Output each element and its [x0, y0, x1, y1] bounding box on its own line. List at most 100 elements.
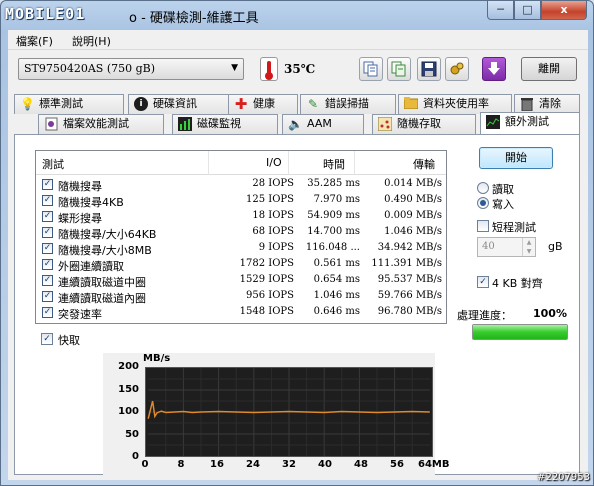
info-icon: i [134, 97, 148, 111]
read-radio[interactable] [477, 182, 489, 194]
chart-ylabel: MB/s [143, 353, 171, 364]
row-checkbox[interactable]: ✓ [42, 275, 53, 286]
table-row[interactable]: ✓ 連續讀取磁道中圈 1529 IOPS 0.654 ms 95.537 MB/s [36, 273, 446, 289]
header-divider [208, 151, 209, 175]
row-transfer: 59.766 MB/s [377, 290, 442, 301]
bar-chart-icon [178, 117, 192, 131]
cache-label: 快取 [58, 334, 80, 347]
row-io: 9 IOPS [258, 242, 294, 253]
tab-error-scan[interactable]: ✎ 錯誤掃描 [300, 94, 396, 114]
short-test-checkbox[interactable] [477, 220, 489, 232]
row-test-name: 蝶形搜尋 [58, 212, 102, 225]
table-row[interactable]: ✓ 蝶形搜尋 18 IOPS 54.909 ms 0.009 MB/s [36, 209, 446, 225]
header-transfer[interactable]: 傳輸 [413, 156, 435, 172]
drive-select[interactable]: ST9750420AS (750 gB) ▼ [18, 58, 244, 80]
copy-button[interactable] [359, 57, 383, 81]
row-checkbox[interactable]: ✓ [42, 227, 53, 238]
row-checkbox[interactable]: ✓ [42, 243, 53, 254]
exit-button[interactable]: 離開 [521, 57, 577, 81]
row-test-name: 隨機搜尋/大小64KB [58, 228, 157, 241]
align-checkbox[interactable]: ✓ [477, 276, 489, 288]
size-unit: gB [548, 240, 563, 253]
results-table[interactable]: 測試 I/O 時間 傳輸 ✓ 隨機搜尋 28 IOPS 35.285 ms 0.014 … [35, 150, 447, 324]
tab-file-benchmark[interactable]: 檔案效能測試 [38, 114, 164, 134]
table-row[interactable]: ✓ 隨機搜尋/大小64KB 68 IOPS 14.700 ms 1.046 MB/s [36, 225, 446, 241]
header-io[interactable]: I/O [266, 156, 282, 169]
row-checkbox[interactable]: ✓ [42, 179, 53, 190]
tab-aam[interactable]: 🔈 AAM [282, 114, 364, 134]
window-title: o - 硬碟檢測-維護工具 [129, 11, 259, 26]
save-icon [421, 61, 437, 77]
row-checkbox[interactable]: ✓ [42, 211, 53, 222]
header-time[interactable]: 時間 [323, 156, 345, 172]
row-io: 1529 IOPS [239, 274, 294, 285]
row-time: 7.970 ms [313, 194, 360, 205]
chart-icon [486, 115, 500, 129]
table-row[interactable]: ✓ 突發速率 1548 IOPS 0.646 ms 96.780 MB/s [36, 305, 446, 321]
row-time: 0.654 ms [313, 274, 360, 285]
thermometer-icon [260, 57, 278, 81]
copy-icon [363, 61, 378, 77]
row-io: 18 IOPS [252, 210, 294, 221]
row-io: 68 IOPS [252, 226, 294, 237]
row-checkbox[interactable]: ✓ [42, 195, 53, 206]
trash-icon [520, 97, 534, 112]
menu-bar: 檔案(F) 說明(H) [8, 30, 588, 50]
y-tick-label: 200 [118, 361, 139, 372]
x-tick-label: 64MB [418, 459, 450, 470]
tab-folder-usage[interactable]: 資料夾使用率 [398, 94, 512, 114]
row-transfer: 95.537 MB/s [377, 274, 442, 285]
health-cross-icon: ✚ [234, 95, 248, 113]
table-row[interactable]: ✓ 隨機搜尋 28 IOPS 35.285 ms 0.014 MB/s [36, 177, 446, 193]
maximize-button[interactable]: □ [514, 1, 541, 20]
tab-label: 錯誤掃描 [325, 97, 369, 110]
write-radio[interactable] [477, 197, 489, 209]
download-button[interactable] [482, 57, 506, 81]
table-row[interactable]: ✓ 隨機搜尋4KB 125 IOPS 7.970 ms 0.490 MB/s [36, 193, 446, 209]
row-checkbox[interactable]: ✓ [42, 259, 53, 270]
row-time: 0.646 ms [313, 306, 360, 317]
table-row[interactable]: ✓ 隨機搜尋/大小8MB 9 IOPS 116.048 ... 34.942 MB/s [36, 241, 446, 257]
file-benchmark-icon [44, 117, 58, 131]
row-transfer: 111.391 MB/s [371, 258, 442, 269]
progress-percent: 100% [533, 307, 567, 320]
temperature-value: 35℃ [284, 62, 316, 76]
header-test[interactable]: 測試 [42, 156, 64, 172]
close-button[interactable]: x [541, 1, 587, 20]
start-button[interactable]: 開始 [479, 147, 553, 169]
row-test-name: 外圈連續讀取 [58, 260, 124, 273]
write-label: 寫入 [492, 198, 514, 211]
chevron-down-icon: ▼ [231, 63, 238, 73]
tab-label: 隨機存取 [397, 117, 441, 130]
table-row[interactable]: ✓ 外圈連續讀取 1782 IOPS 0.561 ms 111.391 MB/s [36, 257, 446, 273]
tab-random-access[interactable]: 隨機存取 [372, 114, 476, 134]
row-test-name: 隨機搜尋 [58, 180, 102, 193]
save-button[interactable] [417, 57, 441, 81]
tab-extra-tests[interactable]: 額外測試 [480, 112, 580, 134]
cache-checkbox[interactable]: ✓ [41, 333, 53, 345]
title-bar[interactable]: MOBILE01 o - 硬碟檢測-維護工具 ─ □ x [1, 1, 593, 29]
row-checkbox[interactable]: ✓ [42, 291, 53, 302]
table-row[interactable]: ✓ 連續讀取磁道內圈 956 IOPS 1.046 ms 59.766 MB/s [36, 289, 446, 305]
size-spinbox[interactable]: 40 ▲ ▼ [477, 237, 536, 257]
tab-erase[interactable]: 清除 [514, 94, 580, 114]
spin-arrows-icon[interactable]: ▲ ▼ [522, 238, 535, 256]
tab-disk-info[interactable]: i 硬碟資訊 [128, 94, 238, 114]
progress-label: 處理進度： [457, 309, 512, 322]
tab-disk-monitor[interactable]: 磁碟監視 [172, 114, 278, 134]
row-transfer: 1.046 MB/s [384, 226, 442, 237]
tab-label: 檔案效能測試 [63, 117, 129, 130]
tab-standard-test[interactable]: 💡 標準測試 [14, 94, 124, 114]
minimize-button[interactable]: ─ [487, 1, 514, 20]
settings-button[interactable] [445, 57, 469, 81]
menu-help[interactable]: 說明(H) [72, 33, 111, 49]
row-checkbox[interactable]: ✓ [42, 307, 53, 318]
tab-label: 硬碟資訊 [153, 97, 197, 110]
mobile01-logo: MOBILE01 [5, 5, 86, 23]
table-header: 測試 I/O 時間 傳輸 [36, 151, 446, 175]
menu-file[interactable]: 檔案(F) [16, 33, 53, 49]
tab-health[interactable]: ✚ 健康 [228, 94, 298, 114]
y-tick-label: 100 [118, 406, 139, 417]
copy-text-button[interactable] [387, 57, 411, 81]
size-value: 40 [482, 241, 495, 252]
